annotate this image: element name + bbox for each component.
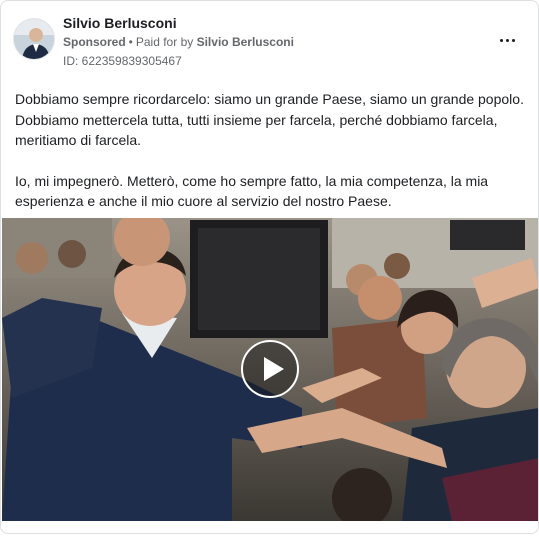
post-paragraph: Dobbiamo sempre ricordarcelo: siamo un g… <box>15 91 524 148</box>
page-avatar[interactable] <box>13 18 55 60</box>
play-icon[interactable] <box>241 340 299 398</box>
video-thumbnail[interactable] <box>2 218 538 521</box>
more-dot <box>512 39 515 42</box>
paid-for-prefix: Paid for by <box>135 35 194 49</box>
more-dot <box>506 39 509 42</box>
post-body: Dobbiamo sempre ricordarcelo: siamo un g… <box>15 89 525 232</box>
ad-meta: Sponsored • Paid for by Silvio Berlusconi <box>63 35 294 49</box>
avatar-image <box>14 19 54 59</box>
ad-card: Silvio Berlusconi Sponsored • Paid for by … <box>0 0 539 534</box>
paid-for-name[interactable]: Silvio Berlusconi <box>197 35 294 49</box>
meta-separator: • <box>128 35 133 49</box>
ad-id: ID: 622359839305467 <box>63 54 182 68</box>
more-dot <box>500 39 503 42</box>
more-options-icon[interactable] <box>497 31 519 51</box>
page-name[interactable]: Silvio Berlusconi <box>63 15 177 31</box>
sponsored-label: Sponsored <box>63 35 126 49</box>
post-paragraph: Io, mi impegnerò. Metterò, come ho sempr… <box>15 172 489 210</box>
